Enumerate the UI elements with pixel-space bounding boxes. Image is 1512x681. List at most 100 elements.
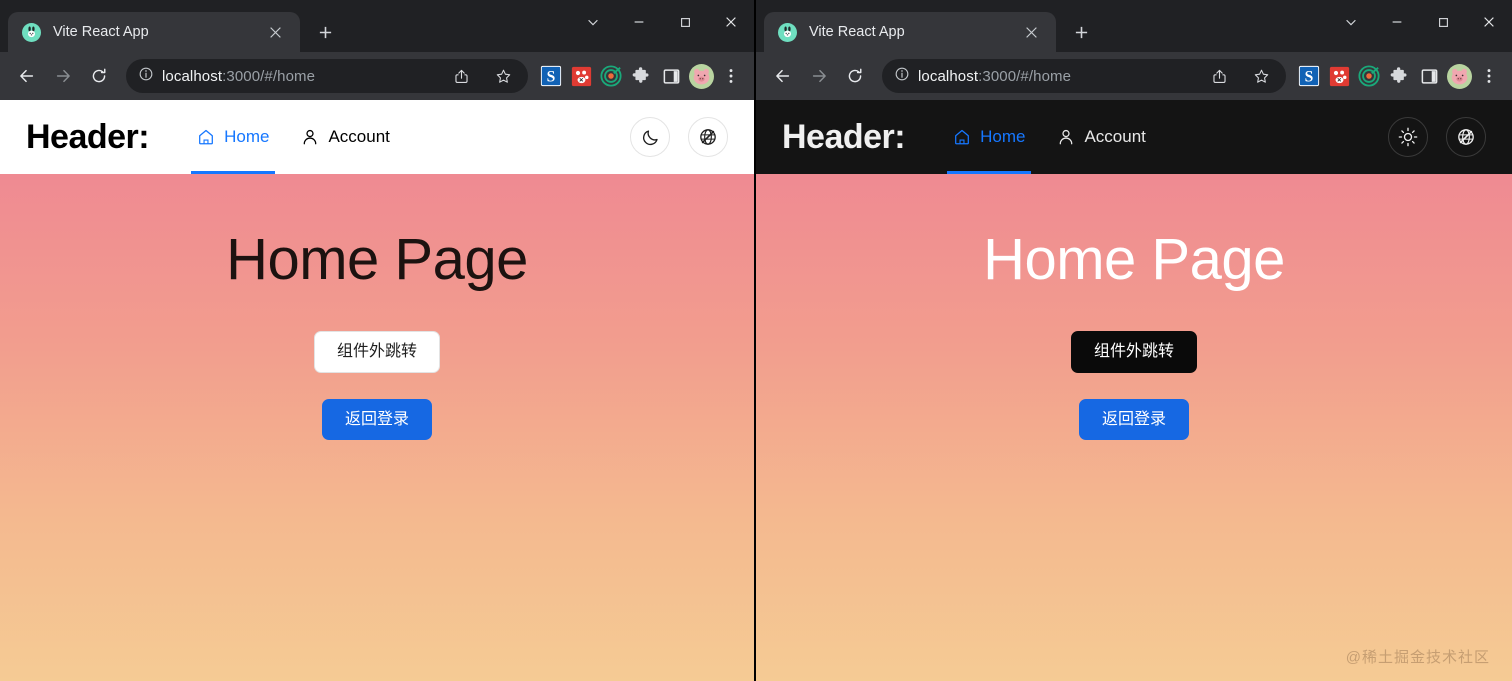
profile-avatar[interactable] <box>1446 63 1472 89</box>
back-to-login-button[interactable]: 返回登录 <box>321 398 432 441</box>
star-icon[interactable] <box>1244 59 1278 93</box>
puzzle-extensions-icon[interactable] <box>1386 63 1412 89</box>
back-to-login-button[interactable]: 返回登录 <box>1078 398 1189 441</box>
dual-window-screenshot: Vite React App localhost:3000/#/home S H… <box>0 0 1512 681</box>
browser-toolbar: localhost:3000/#/home S <box>0 52 754 100</box>
rabbit-favicon <box>22 22 41 42</box>
title-bar: Vite React App <box>756 0 1512 52</box>
target-extension-icon[interactable] <box>598 63 624 89</box>
app-header: Header: Home Account <box>756 100 1512 174</box>
tab-title: Vite React App <box>53 24 149 40</box>
close-icon[interactable] <box>1020 21 1042 43</box>
nav-item-label: Home <box>224 127 270 146</box>
extension-bar: S <box>538 63 744 89</box>
user-icon <box>1060 129 1073 145</box>
browser-window-light: Vite React App localhost:3000/#/home S H… <box>0 0 756 681</box>
tab-search-chevron-icon[interactable] <box>1328 2 1374 42</box>
svg-text:S: S <box>547 69 556 86</box>
header-actions <box>1388 117 1486 157</box>
nav-item-home[interactable]: Home <box>937 100 1041 174</box>
window-controls <box>1328 0 1512 44</box>
star-icon[interactable] <box>486 59 520 93</box>
minimize-button[interactable] <box>1374 2 1420 42</box>
forward-arrow-icon[interactable] <box>802 59 836 93</box>
nav-item-label: Home <box>980 127 1026 146</box>
url-rest: :3000/#/home <box>222 67 316 85</box>
puzzle-extensions-icon[interactable] <box>628 63 654 89</box>
content-title: Home Page <box>983 227 1285 292</box>
sidepanel-icon[interactable] <box>1416 63 1442 89</box>
sogou-s-extension-icon[interactable]: S <box>1296 63 1322 89</box>
tab-title: Vite React App <box>809 24 905 40</box>
user-icon <box>304 129 317 145</box>
reload-arrow-icon[interactable] <box>838 59 872 93</box>
maximize-button[interactable] <box>662 2 708 42</box>
theme-toggle-button[interactable] <box>1388 117 1428 157</box>
svg-text:S: S <box>1305 69 1314 86</box>
address-bar[interactable]: localhost:3000/#/home <box>126 59 528 93</box>
target-extension-icon[interactable] <box>1356 63 1382 89</box>
info-circle-icon[interactable] <box>138 66 154 87</box>
nav-item-account[interactable]: Account <box>285 100 405 174</box>
close-icon[interactable] <box>264 21 286 43</box>
watermark: @稀土掘金技术社区 <box>1345 649 1490 666</box>
url-text: localhost:3000/#/home <box>918 68 1194 85</box>
sun-icon <box>1398 127 1418 147</box>
globe-slash-icon <box>1458 129 1474 145</box>
page-viewport: Header: Home Account Home Page 组件外跳转 返回登… <box>0 100 754 681</box>
nav-item-account[interactable]: Account <box>1041 100 1161 174</box>
reload-arrow-icon[interactable] <box>82 59 116 93</box>
close-window-button[interactable] <box>708 2 754 42</box>
browser-tab[interactable]: Vite React App <box>8 12 300 52</box>
minimize-button[interactable] <box>616 2 662 42</box>
forward-arrow-icon[interactable] <box>46 59 80 93</box>
home-icon <box>199 129 214 145</box>
browser-window-dark: Vite React App localhost:3000/#/home S H… <box>756 0 1512 681</box>
external-jump-button[interactable]: 组件外跳转 <box>313 331 440 373</box>
language-toggle-button[interactable] <box>1446 117 1486 157</box>
share-icon[interactable] <box>444 59 478 93</box>
redpaw-extension-icon[interactable] <box>1326 63 1352 89</box>
url-host: localhost <box>918 67 979 85</box>
tab-strip: Vite React App <box>756 0 1098 52</box>
redpaw-extension-icon[interactable] <box>568 63 594 89</box>
profile-avatar[interactable] <box>688 63 714 89</box>
main-nav: Home Account <box>937 100 1162 174</box>
globe-slash-icon <box>700 129 716 145</box>
page-title: Header: <box>26 117 150 156</box>
three-dot-menu-icon[interactable] <box>1476 63 1502 89</box>
maximize-button[interactable] <box>1420 2 1466 42</box>
info-circle-icon[interactable] <box>894 66 910 87</box>
address-bar[interactable]: localhost:3000/#/home <box>882 59 1286 93</box>
tab-strip: Vite React App <box>0 0 342 52</box>
sogou-s-extension-icon[interactable]: S <box>538 63 564 89</box>
theme-toggle-button[interactable] <box>630 117 670 157</box>
share-icon[interactable] <box>1202 59 1236 93</box>
nav-item-label: Account <box>328 127 390 146</box>
three-dot-menu-icon[interactable] <box>718 63 744 89</box>
url-rest: :3000/#/home <box>978 67 1072 85</box>
rabbit-favicon <box>778 22 797 42</box>
close-window-button[interactable] <box>1466 2 1512 42</box>
nav-item-label: Account <box>1084 127 1146 146</box>
url-host: localhost <box>162 67 223 85</box>
sidepanel-icon[interactable] <box>658 63 684 89</box>
content-title: Home Page <box>226 227 528 292</box>
browser-tab[interactable]: Vite React App <box>764 12 1056 52</box>
window-controls <box>570 0 754 44</box>
back-arrow-icon[interactable] <box>766 59 800 93</box>
new-tab-button[interactable] <box>1064 15 1098 49</box>
url-text: localhost:3000/#/home <box>162 68 436 85</box>
home-icon <box>955 129 970 145</box>
tab-search-chevron-icon[interactable] <box>570 2 616 42</box>
extension-bar: S <box>1296 63 1502 89</box>
new-tab-button[interactable] <box>308 15 342 49</box>
app-header: Header: Home Account <box>0 100 754 174</box>
nav-item-home[interactable]: Home <box>181 100 285 174</box>
browser-toolbar: localhost:3000/#/home S <box>756 52 1512 100</box>
title-bar: Vite React App <box>0 0 754 52</box>
main-nav: Home Account <box>181 100 406 174</box>
back-arrow-icon[interactable] <box>10 59 44 93</box>
external-jump-button[interactable]: 组件外跳转 <box>1070 331 1197 373</box>
language-toggle-button[interactable] <box>688 117 728 157</box>
